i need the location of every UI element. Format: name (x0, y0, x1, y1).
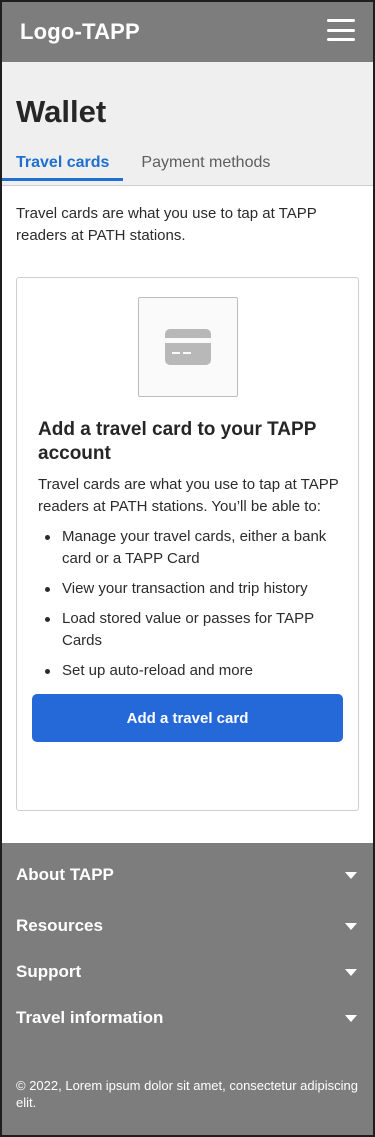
menu-bar (327, 28, 355, 32)
footer: About TAPP Resources Support Travel info… (2, 843, 373, 1135)
footer-item-label: Resources (16, 916, 103, 935)
chevron-down-icon (345, 872, 357, 879)
footer-item-resources[interactable]: Resources (16, 903, 359, 949)
wallet-tabs: Travel cards Payment methods (2, 149, 373, 181)
footer-item-about[interactable]: About TAPP (16, 865, 359, 903)
footer-item-label: Travel information (16, 1008, 164, 1027)
footer-item-label: Support (16, 962, 82, 981)
chevron-down-icon (345, 1014, 357, 1022)
card-illustration (137, 297, 238, 397)
menu-bar (327, 19, 355, 22)
tab-payment-methods[interactable]: Payment methods (123, 149, 284, 181)
add-travel-card-button[interactable]: Add a travel card (32, 694, 343, 742)
chevron-down-icon (345, 968, 357, 976)
page-title: Wallet (16, 94, 107, 129)
tab-travel-cards[interactable]: Travel cards (2, 149, 124, 181)
list-item: Set up auto-reload and more (45, 660, 343, 682)
intro-text: Travel cards are what you use to tap at … (16, 205, 317, 244)
logo[interactable]: Logo-TAPP (20, 19, 140, 45)
list-item: View your transaction and trip history (45, 578, 343, 600)
panel-heading: Add a travel card to your TAPP account (38, 419, 317, 464)
add-travel-card-panel: Add a travel card to your TAPP account T… (16, 277, 359, 811)
page-header: Wallet Travel cards Payment methods (2, 62, 373, 186)
chevron-down-icon (345, 922, 357, 930)
list-item: Manage your travel cards, either a bank … (45, 526, 343, 570)
copyright-text: © 2022, Lorem ipsum dolor sit amet, cons… (16, 1078, 358, 1110)
panel-body: Travel cards are what you use to tap at … (38, 476, 339, 515)
footer-item-support[interactable]: Support (16, 949, 359, 995)
credit-card-icon (164, 329, 211, 365)
list-item: Load stored value or passes for TAPP Car… (45, 608, 343, 652)
menu-bar (327, 38, 355, 41)
footer-item-label: About TAPP (16, 865, 114, 884)
hamburger-menu-icon[interactable] (327, 19, 355, 41)
feature-list: Manage your travel cards, either a bank … (32, 526, 343, 682)
footer-item-travel-information[interactable]: Travel information (16, 995, 359, 1041)
app-frame: Logo-TAPP Wallet Travel cards Payment me… (0, 0, 375, 1137)
top-header: Logo-TAPP (2, 2, 373, 62)
